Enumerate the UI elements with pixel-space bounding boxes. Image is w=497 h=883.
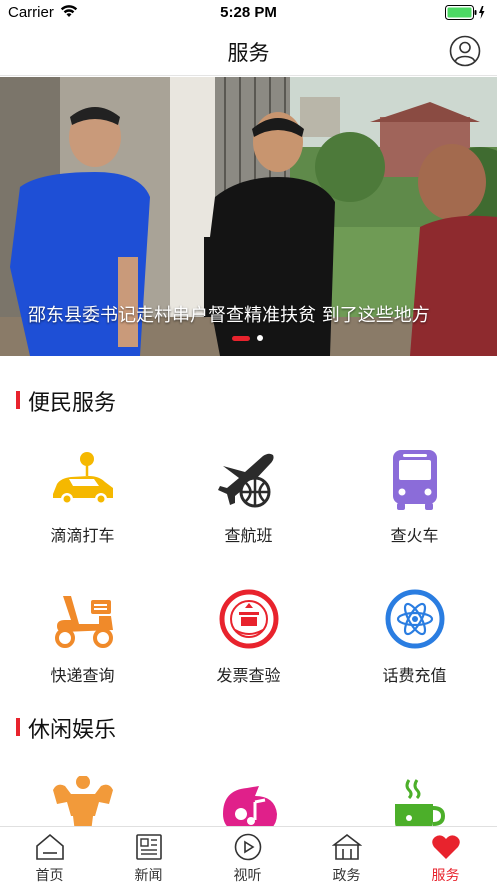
tab-label: 视听 xyxy=(233,868,262,883)
service-label: 话费充值 xyxy=(382,666,447,685)
home-icon xyxy=(35,833,64,860)
section-title: 休闲娱乐 xyxy=(28,718,117,743)
tab-media[interactable]: 视听 xyxy=(198,831,297,883)
page-title: 服务 xyxy=(227,41,270,65)
news-icon xyxy=(135,834,162,860)
tab-label: 首页 xyxy=(35,868,64,883)
tab-news[interactable]: 新闻 xyxy=(99,831,198,883)
service-label: 查航班 xyxy=(224,526,273,545)
service-label: 滴滴打车 xyxy=(50,526,115,545)
service-label: 快递查询 xyxy=(50,666,115,685)
tab-government[interactable]: 政务 xyxy=(297,831,396,883)
service-phone-recharge[interactable]: 话费充值 xyxy=(332,588,497,698)
tab-home[interactable]: 首页 xyxy=(0,831,99,883)
section-title: 便民服务 xyxy=(28,391,117,416)
scooter-icon xyxy=(54,596,113,648)
section-accent-bar xyxy=(16,391,20,409)
page-dot xyxy=(257,335,263,341)
user-circle-icon[interactable] xyxy=(449,35,481,67)
status-bar: Carrier 5:28 PM xyxy=(0,0,497,26)
service-express-lookup[interactable]: 快递查询 xyxy=(0,588,165,698)
banner-caption: 邵东县委书记走村串户督查精准扶贫 到了这些地方 xyxy=(28,305,430,326)
service-label: 发票查验 xyxy=(216,666,281,685)
tab-label: 新闻 xyxy=(134,868,163,883)
service-flight-lookup[interactable]: 查航班 xyxy=(166,448,331,558)
atom-icon xyxy=(385,589,444,649)
section-header-convenience: 便民服务 xyxy=(0,385,497,416)
tab-label: 政务 xyxy=(332,868,361,883)
section-header-leisure: 休闲娱乐 xyxy=(0,712,497,743)
tab-label: 服务 xyxy=(431,868,460,883)
nav-bar: 服务 xyxy=(0,26,497,76)
battery-icon xyxy=(445,5,485,20)
heart-icon xyxy=(431,835,460,859)
tab-services[interactable]: 服务 xyxy=(396,831,495,883)
service-label: 查火车 xyxy=(390,526,439,545)
service-didi-taxi[interactable]: 滴滴打车 xyxy=(0,448,165,558)
section-accent-bar xyxy=(16,718,20,736)
bus-icon xyxy=(392,450,437,510)
play-icon xyxy=(234,833,261,861)
emblem-icon xyxy=(219,589,278,649)
news-banner[interactable]: 邵东县委书记走村串户督查精准扶贫 到了这些地方 xyxy=(0,77,497,356)
car-pin-icon xyxy=(52,452,113,505)
service-train-lookup[interactable]: 查火车 xyxy=(332,448,497,558)
page-dot-active xyxy=(232,336,250,341)
status-time: 5:28 PM xyxy=(220,4,277,21)
service-invoice-check[interactable]: 发票查验 xyxy=(166,588,331,698)
government-icon xyxy=(331,833,362,860)
tab-bar: 首页 新闻 视听 政务 服务 xyxy=(0,826,497,883)
airplane-globe-icon xyxy=(217,453,274,508)
